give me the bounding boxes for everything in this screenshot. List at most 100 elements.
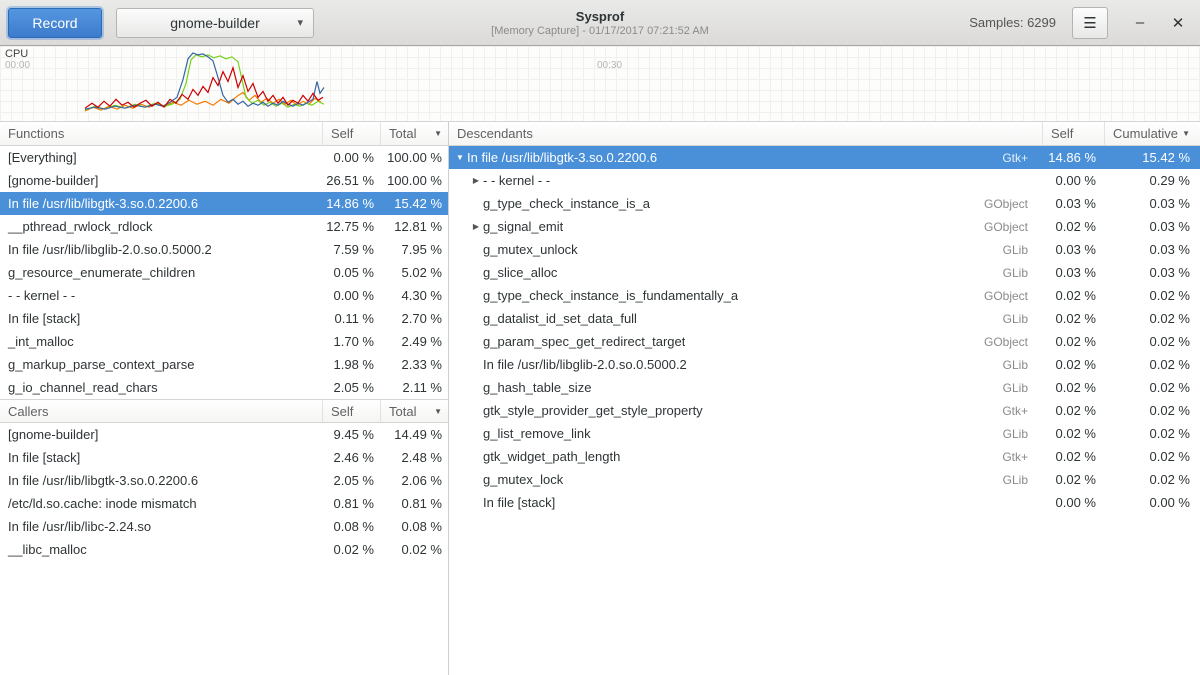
- callers-self-column-header[interactable]: Self: [322, 400, 380, 422]
- callers-row[interactable]: In file /usr/lib/libgtk-3.so.0.2200.6 2.…: [0, 469, 448, 492]
- cumulative-column-label: Cumulative: [1113, 126, 1178, 141]
- total-value: 2.33 %: [380, 357, 448, 372]
- callers-row[interactable]: In file /usr/lib/libc-2.24.so 0.08 % 0.0…: [0, 515, 448, 538]
- function-name: g_mutex_unlock: [483, 242, 578, 257]
- self-value: 2.05 %: [322, 380, 380, 395]
- function-name: g_list_remove_link: [483, 426, 591, 441]
- library-badge: GObject: [984, 289, 1042, 303]
- functions-row[interactable]: __pthread_rwlock_rdlock 12.75 % 12.81 %: [0, 215, 448, 238]
- self-value: 0.02 %: [1042, 403, 1104, 418]
- function-name: In file /usr/lib/libglib-2.0.so.0.5000.2: [483, 357, 687, 372]
- library-badge: Gtk+: [1002, 450, 1042, 464]
- functions-column-header[interactable]: Functions: [0, 122, 322, 145]
- self-value: 2.05 %: [322, 473, 380, 488]
- cumulative-value: 0.02 %: [1104, 426, 1200, 441]
- function-name: g_mutex_lock: [483, 472, 563, 487]
- functions-total-column-header[interactable]: Total ▼: [380, 122, 448, 145]
- functions-row[interactable]: _int_malloc 1.70 % 2.49 %: [0, 330, 448, 353]
- cpu-usage-graph[interactable]: CPU 00:00 00:30: [0, 46, 1200, 122]
- function-name: gtk_widget_path_length: [483, 449, 620, 464]
- functions-self-column-header[interactable]: Self: [322, 122, 380, 145]
- library-badge: GObject: [984, 335, 1042, 349]
- self-value: 0.81 %: [322, 496, 380, 511]
- descendants-row[interactable]: g_mutex_unlock GLib 0.03 % 0.03 %: [449, 238, 1200, 261]
- functions-row[interactable]: In file [stack] 0.11 % 2.70 %: [0, 307, 448, 330]
- descendants-column-header[interactable]: Descendants: [449, 122, 1042, 145]
- functions-row[interactable]: - - kernel - - 0.00 % 4.30 %: [0, 284, 448, 307]
- self-value: 0.02 %: [1042, 472, 1104, 487]
- total-value: 7.95 %: [380, 242, 448, 257]
- library-badge: GObject: [984, 220, 1042, 234]
- self-value: 0.00 %: [1042, 173, 1104, 188]
- self-value: 9.45 %: [322, 427, 380, 442]
- descendants-row[interactable]: gtk_widget_path_length Gtk+ 0.02 % 0.02 …: [449, 445, 1200, 468]
- descendants-self-column-header[interactable]: Self: [1042, 122, 1104, 145]
- close-button[interactable]: ✕: [1164, 9, 1192, 37]
- descendants-row[interactable]: In file [stack] 0.00 % 0.00 %: [449, 491, 1200, 514]
- total-value: 2.49 %: [380, 334, 448, 349]
- cumulative-value: 15.42 %: [1104, 150, 1200, 165]
- time-label-start: 00:00: [5, 60, 30, 71]
- self-value: 0.02 %: [322, 542, 380, 557]
- descendants-row[interactable]: g_datalist_id_set_data_full GLib 0.02 % …: [449, 307, 1200, 330]
- cumulative-value: 0.03 %: [1104, 265, 1200, 280]
- functions-row[interactable]: g_resource_enumerate_children 0.05 % 5.0…: [0, 261, 448, 284]
- functions-row[interactable]: In file /usr/lib/libglib-2.0.so.0.5000.2…: [0, 238, 448, 261]
- functions-row[interactable]: [Everything] 0.00 % 100.00 %: [0, 146, 448, 169]
- callers-header-row: Callers Self Total ▼: [0, 399, 448, 423]
- self-column-label: Self: [1051, 126, 1073, 141]
- self-value: 0.03 %: [1042, 242, 1104, 257]
- sort-indicator-icon: ▼: [1182, 129, 1190, 138]
- callers-title: Callers: [8, 404, 48, 419]
- functions-row-selected[interactable]: In file /usr/lib/libgtk-3.so.0.2200.6 14…: [0, 192, 448, 215]
- callers-row[interactable]: In file [stack] 2.46 % 2.48 %: [0, 446, 448, 469]
- descendants-row[interactable]: g_mutex_lock GLib 0.02 % 0.02 %: [449, 468, 1200, 491]
- sort-indicator-icon: ▼: [434, 407, 442, 416]
- functions-header-row: Functions Self Total ▼: [0, 122, 448, 146]
- functions-row[interactable]: g_markup_parse_context_parse 1.98 % 2.33…: [0, 353, 448, 376]
- self-value: 0.02 %: [1042, 380, 1104, 395]
- function-name: In file [stack]: [483, 495, 555, 510]
- descendants-cumulative-column-header[interactable]: Cumulative ▼: [1104, 122, 1200, 145]
- self-value: 0.08 %: [322, 519, 380, 534]
- target-selector-dropdown[interactable]: gnome-builder ▾: [116, 8, 314, 38]
- callers-row[interactable]: __libc_malloc 0.02 % 0.02 %: [0, 538, 448, 561]
- expander-collapsed-icon[interactable]: ▶: [469, 176, 483, 185]
- functions-row[interactable]: g_io_channel_read_chars 2.05 % 2.11 %: [0, 376, 448, 399]
- descendants-row[interactable]: In file /usr/lib/libglib-2.0.so.0.5000.2…: [449, 353, 1200, 376]
- callers-row[interactable]: /etc/ld.so.cache: inode mismatch 0.81 % …: [0, 492, 448, 515]
- self-value: 0.03 %: [1042, 265, 1104, 280]
- descendants-row[interactable]: g_hash_table_size GLib 0.02 % 0.02 %: [449, 376, 1200, 399]
- self-value: 2.46 %: [322, 450, 380, 465]
- callers-row[interactable]: [gnome-builder] 9.45 % 14.49 %: [0, 423, 448, 446]
- descendants-row[interactable]: g_type_check_instance_is_a GObject 0.03 …: [449, 192, 1200, 215]
- descendants-row[interactable]: g_type_check_instance_is_fundamentally_a…: [449, 284, 1200, 307]
- self-column-label: Self: [331, 404, 353, 419]
- descendants-row[interactable]: g_slice_alloc GLib 0.03 % 0.03 %: [449, 261, 1200, 284]
- cumulative-value: 0.02 %: [1104, 472, 1200, 487]
- callers-column-header[interactable]: Callers: [0, 400, 322, 422]
- descendants-row[interactable]: ▶ - - kernel - - 0.00 % 0.29 %: [449, 169, 1200, 192]
- record-button[interactable]: Record: [8, 8, 102, 38]
- descendants-row-selected[interactable]: ▼ In file /usr/lib/libgtk-3.so.0.2200.6 …: [449, 146, 1200, 169]
- descendants-row[interactable]: ▶ g_signal_emit GObject 0.02 % 0.03 %: [449, 215, 1200, 238]
- caller-name: In file [stack]: [0, 450, 322, 465]
- total-value: 0.08 %: [380, 519, 448, 534]
- callers-total-column-header[interactable]: Total ▼: [380, 400, 448, 422]
- expander-collapsed-icon[interactable]: ▶: [469, 222, 483, 231]
- descendants-row[interactable]: gtk_style_provider_get_style_property Gt…: [449, 399, 1200, 422]
- self-value: 0.02 %: [1042, 357, 1104, 372]
- self-value: 0.00 %: [1042, 495, 1104, 510]
- function-name: g_hash_table_size: [483, 380, 591, 395]
- cumulative-value: 0.02 %: [1104, 357, 1200, 372]
- total-value: 2.48 %: [380, 450, 448, 465]
- expander-expanded-icon[interactable]: ▼: [453, 153, 467, 162]
- descendants-row[interactable]: g_list_remove_link GLib 0.02 % 0.02 %: [449, 422, 1200, 445]
- functions-row[interactable]: [gnome-builder] 26.51 % 100.00 %: [0, 169, 448, 192]
- cumulative-value: 0.03 %: [1104, 196, 1200, 211]
- total-column-label: Total: [389, 126, 416, 141]
- descendants-row[interactable]: g_param_spec_get_redirect_target GObject…: [449, 330, 1200, 353]
- self-value: 26.51 %: [322, 173, 380, 188]
- hamburger-menu-button[interactable]: ☰: [1072, 7, 1108, 39]
- minimize-button[interactable]: –: [1126, 9, 1154, 37]
